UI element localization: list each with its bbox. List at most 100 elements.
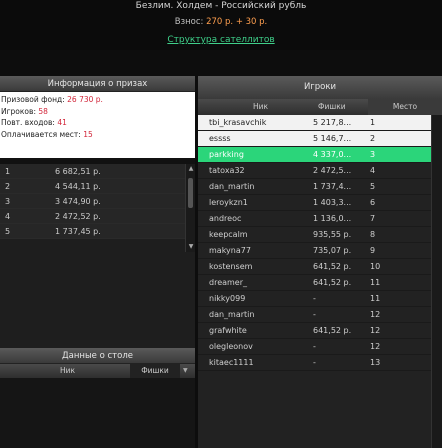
table-data-panel: Данные о столе Ник Фишки ▼ [0,348,195,448]
sort-down-icon[interactable]: ▼ [183,364,188,378]
player-name: nikky099 [209,294,246,303]
prize-fund-value: 26 730 р. [67,95,103,104]
player-name: keepcalm [209,230,248,239]
player-place: 12 [370,310,381,319]
players-columns: Ник Фишки Место [198,99,442,115]
player-name: dreamer_ [209,278,248,287]
player-chips: 1 737,4... [313,182,352,191]
payout-row: 1 6 682,51 р. [0,164,195,179]
player-name: parkking [209,150,244,159]
prize-summary: Призовой фонд: 26 730 р. Игроков: 58 Пов… [0,92,195,158]
player-place: 12 [370,342,381,351]
player-name: essss [209,134,231,143]
player-name: kitaec1111 [209,358,254,367]
table-data-title: Данные о столе [0,348,195,364]
fee-label: Взнос: [174,17,204,27]
player-chips: 1 136,0... [313,214,352,223]
col-chips[interactable]: Фишки [130,364,180,378]
player-name: kostensem [209,262,253,271]
player-place: 9 [370,246,376,255]
player-place: 3 [370,150,376,159]
player-row[interactable]: kitaec1111 - 13 [198,355,431,371]
players-count-line: Игроков: 58 [1,106,195,118]
reentries-line: Повт. входов: 41 [1,117,195,129]
player-row[interactable]: andreoc 1 136,0... 7 [198,211,431,227]
payout-place: 5 [5,227,11,236]
scroll-thumb[interactable] [188,178,193,208]
payout-row: 3 3 474,90 р. [0,194,195,209]
player-chips: 641,52 р. [313,326,352,335]
payout-amount: 4 544,11 р. [55,182,101,191]
col-place[interactable]: Место [368,99,442,115]
player-chips: 735,07 р. [313,246,352,255]
payout-place: 3 [5,197,11,206]
player-name: olegleonov [209,342,253,351]
player-place: 1 [370,118,376,127]
player-place: 6 [370,198,376,207]
player-place: 8 [370,230,376,239]
players-panel-title: Игроки [198,76,442,99]
player-place: 11 [370,278,381,287]
prize-fund-line: Призовой фонд: 26 730 р. [1,94,195,106]
player-place: 10 [370,262,381,271]
player-place: 13 [370,358,381,367]
player-chips: 641,52 р. [313,278,352,287]
payout-row: 2 4 544,11 р. [0,179,195,194]
prize-scrollbar[interactable]: ▲ ▼ [185,164,195,252]
buyin-fee: Взнос: 270 р. + 30 р. [0,17,442,27]
fee-amount: 270 р. + 30 р. [206,17,268,27]
player-row[interactable]: dreamer_ 641,52 р. 11 [198,275,431,291]
satellite-structure-link[interactable]: Структура сателлитов [0,35,442,45]
col-chips[interactable]: Фишки [318,99,346,115]
player-name: andreoc [209,214,242,223]
prize-fund-label: Призовой фонд: [1,95,65,104]
payout-amount: 1 737,45 р. [55,227,101,236]
payout-place: 4 [5,212,11,221]
tournament-header: Безлим. Холдем - Российский рубль Взнос:… [0,0,442,50]
payout-place: 1 [5,167,11,176]
players-count-label: Игроков: [1,106,36,116]
player-name: tatoxa32 [209,166,245,175]
player-row[interactable]: keepcalm 935,55 р. 8 [198,227,431,243]
player-row[interactable]: essss 5 146,7... 2 [198,131,431,147]
players-scrollbar[interactable] [431,115,442,448]
player-chips: 641,52 р. [313,262,352,271]
player-row[interactable]: nikky099 - 11 [198,291,431,307]
player-name: tbi_krasavchik [209,118,267,127]
player-name: dan_martin [209,182,255,191]
player-row[interactable]: makyna77 735,07 р. 9 [198,243,431,259]
scroll-up-icon[interactable]: ▲ [186,164,196,174]
scroll-down-icon[interactable]: ▼ [186,242,196,252]
col-nick[interactable]: Ник [253,99,268,115]
players-count-value: 58 [38,106,48,116]
players-panel: Игроки Ник Фишки Место tbi_krasavchik 5 2… [198,76,442,448]
player-row[interactable]: dan_martin 1 737,4... 5 [198,179,431,195]
player-row[interactable]: grafwhite 641,52 р. 12 [198,323,431,339]
player-row[interactable]: tbi_krasavchik 5 217,8... 1 [198,115,431,131]
player-row[interactable]: kostensem 641,52 р. 10 [198,259,431,275]
player-chips: - [313,358,316,367]
player-place: 5 [370,182,376,191]
player-chips: - [313,310,316,319]
player-chips: 935,55 р. [313,230,352,239]
player-chips: 1 403,3... [313,198,352,207]
player-row[interactable]: tatoxa32 2 472,5... 4 [198,163,431,179]
player-name: leroykzn1 [209,198,248,207]
player-place: 12 [370,326,381,335]
player-chips: 2 472,5... [313,166,352,175]
tournament-title: Безлим. Холдем - Российский рубль [135,1,307,11]
player-row-selected[interactable]: parkking 4 337,0... 3 [198,147,431,163]
player-place: 2 [370,134,376,143]
player-name: makyna77 [209,246,251,255]
payout-place: 2 [5,182,11,191]
payout-amount: 3 474,90 р. [55,197,101,206]
col-nick[interactable]: Ник [60,364,75,378]
table-data-columns: Ник Фишки ▼ [0,364,195,378]
player-row[interactable]: olegleonov - 12 [198,339,431,355]
paid-places-value: 15 [83,129,93,139]
player-row[interactable]: dan_martin - 12 [198,307,431,323]
payout-amount: 2 472,52 р. [55,212,101,221]
player-place: 7 [370,214,376,223]
player-row[interactable]: leroykzn1 1 403,3... 6 [198,195,431,211]
player-chips: 5 217,8... [313,118,352,127]
